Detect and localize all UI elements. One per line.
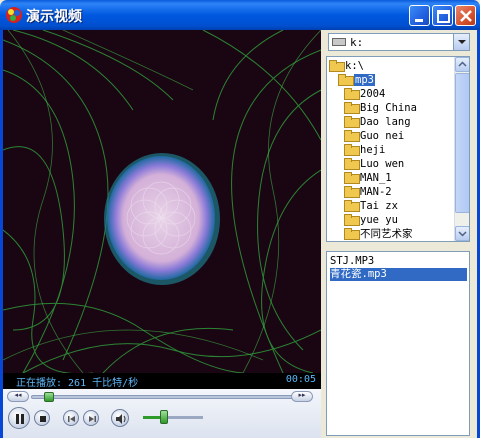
pause-icon bbox=[16, 414, 24, 424]
visualization bbox=[3, 30, 321, 373]
control-bar: ◂◂ ▸▸ bbox=[3, 389, 321, 438]
folder-icon bbox=[344, 214, 360, 226]
tree-folder-item[interactable]: Dao lang bbox=[344, 115, 411, 129]
scroll-up-button[interactable] bbox=[455, 57, 469, 72]
file-list-item[interactable]: STJ.MP3 bbox=[330, 255, 467, 268]
close-icon bbox=[460, 10, 472, 22]
folder-icon bbox=[344, 186, 360, 198]
status-bar: 正在播放: 261 千比特/秒 00:05 bbox=[3, 373, 321, 389]
tree-folder-item[interactable]: 2004 bbox=[344, 87, 385, 101]
tree-folder-item[interactable]: 不同艺术家 bbox=[344, 227, 413, 241]
tree-folder-item[interactable]: MAN-2 bbox=[344, 185, 392, 199]
speaker-icon bbox=[116, 414, 126, 424]
next-button[interactable] bbox=[83, 410, 99, 426]
tree-item-mp3[interactable]: mp3 bbox=[338, 73, 375, 87]
stop-icon bbox=[40, 416, 46, 422]
tree-folder-item[interactable]: Big China bbox=[344, 101, 417, 115]
file-list: STJ.MP3 青花瓷.mp3 bbox=[326, 251, 470, 436]
minimize-icon bbox=[415, 19, 423, 22]
tree-root[interactable]: k:\ bbox=[329, 59, 364, 73]
tree-folder-item[interactable]: heji bbox=[344, 143, 385, 157]
video-display[interactable] bbox=[3, 30, 321, 373]
tree-scrollbar[interactable] bbox=[454, 57, 469, 241]
chevron-down-icon bbox=[458, 40, 466, 44]
folder-icon bbox=[344, 102, 360, 114]
folder-icon bbox=[344, 200, 360, 212]
stop-button[interactable] bbox=[34, 410, 50, 426]
seek-back-button[interactable]: ◂◂ bbox=[7, 391, 29, 402]
chevron-down-icon bbox=[458, 231, 467, 237]
tree-folder-item[interactable]: MAN_1 bbox=[344, 171, 392, 185]
open-folder-icon bbox=[338, 74, 354, 86]
tree-folder-item[interactable]: Luo wen bbox=[344, 157, 404, 171]
folder-icon bbox=[344, 116, 360, 128]
tree-folder-item[interactable]: Tai zx bbox=[344, 199, 398, 213]
folder-icon bbox=[344, 88, 360, 100]
title-bar: 演示视频 bbox=[0, 0, 480, 30]
seek-forward-button[interactable]: ▸▸ bbox=[291, 391, 313, 402]
maximize-button[interactable] bbox=[432, 5, 453, 26]
minimize-button[interactable] bbox=[409, 5, 430, 26]
close-button[interactable] bbox=[455, 5, 476, 26]
scroll-down-button[interactable] bbox=[455, 226, 469, 241]
scroll-thumb[interactable] bbox=[455, 73, 469, 213]
drive-icon bbox=[332, 38, 346, 46]
tree-folder-item[interactable]: yue yu bbox=[344, 213, 398, 227]
app-icon bbox=[6, 7, 22, 23]
folder-icon bbox=[344, 130, 360, 142]
pause-button[interactable] bbox=[8, 407, 30, 429]
folder-icon bbox=[344, 228, 360, 240]
open-folder-icon bbox=[329, 60, 345, 72]
folder-tree: k:\ mp3 2004 Big China Dao lang Guo nei heji… bbox=[326, 56, 470, 242]
panel-splitter[interactable] bbox=[326, 244, 470, 248]
previous-icon bbox=[68, 416, 75, 422]
maximize-icon bbox=[437, 10, 450, 23]
volume-thumb[interactable] bbox=[160, 410, 168, 424]
seek-bar[interactable] bbox=[31, 395, 295, 399]
folder-icon bbox=[344, 144, 360, 156]
window-title: 演示视频 bbox=[26, 9, 82, 25]
previous-button[interactable] bbox=[63, 410, 79, 426]
drive-dropdown-button[interactable] bbox=[453, 34, 469, 50]
drive-select[interactable]: k: bbox=[328, 33, 470, 51]
elapsed-time: 00:05 bbox=[285, 374, 316, 385]
playback-status: 正在播放: 261 千比特/秒 bbox=[16, 378, 139, 389]
chevron-up-icon bbox=[458, 61, 467, 67]
seek-thumb[interactable] bbox=[44, 392, 55, 402]
next-icon bbox=[89, 416, 96, 422]
drive-label: k: bbox=[350, 36, 364, 49]
file-list-item[interactable]: 青花瓷.mp3 bbox=[330, 268, 467, 281]
mute-button[interactable] bbox=[111, 409, 129, 427]
folder-icon bbox=[344, 158, 360, 170]
folder-icon bbox=[344, 172, 360, 184]
tree-folder-item[interactable]: Guo nei bbox=[344, 129, 404, 143]
